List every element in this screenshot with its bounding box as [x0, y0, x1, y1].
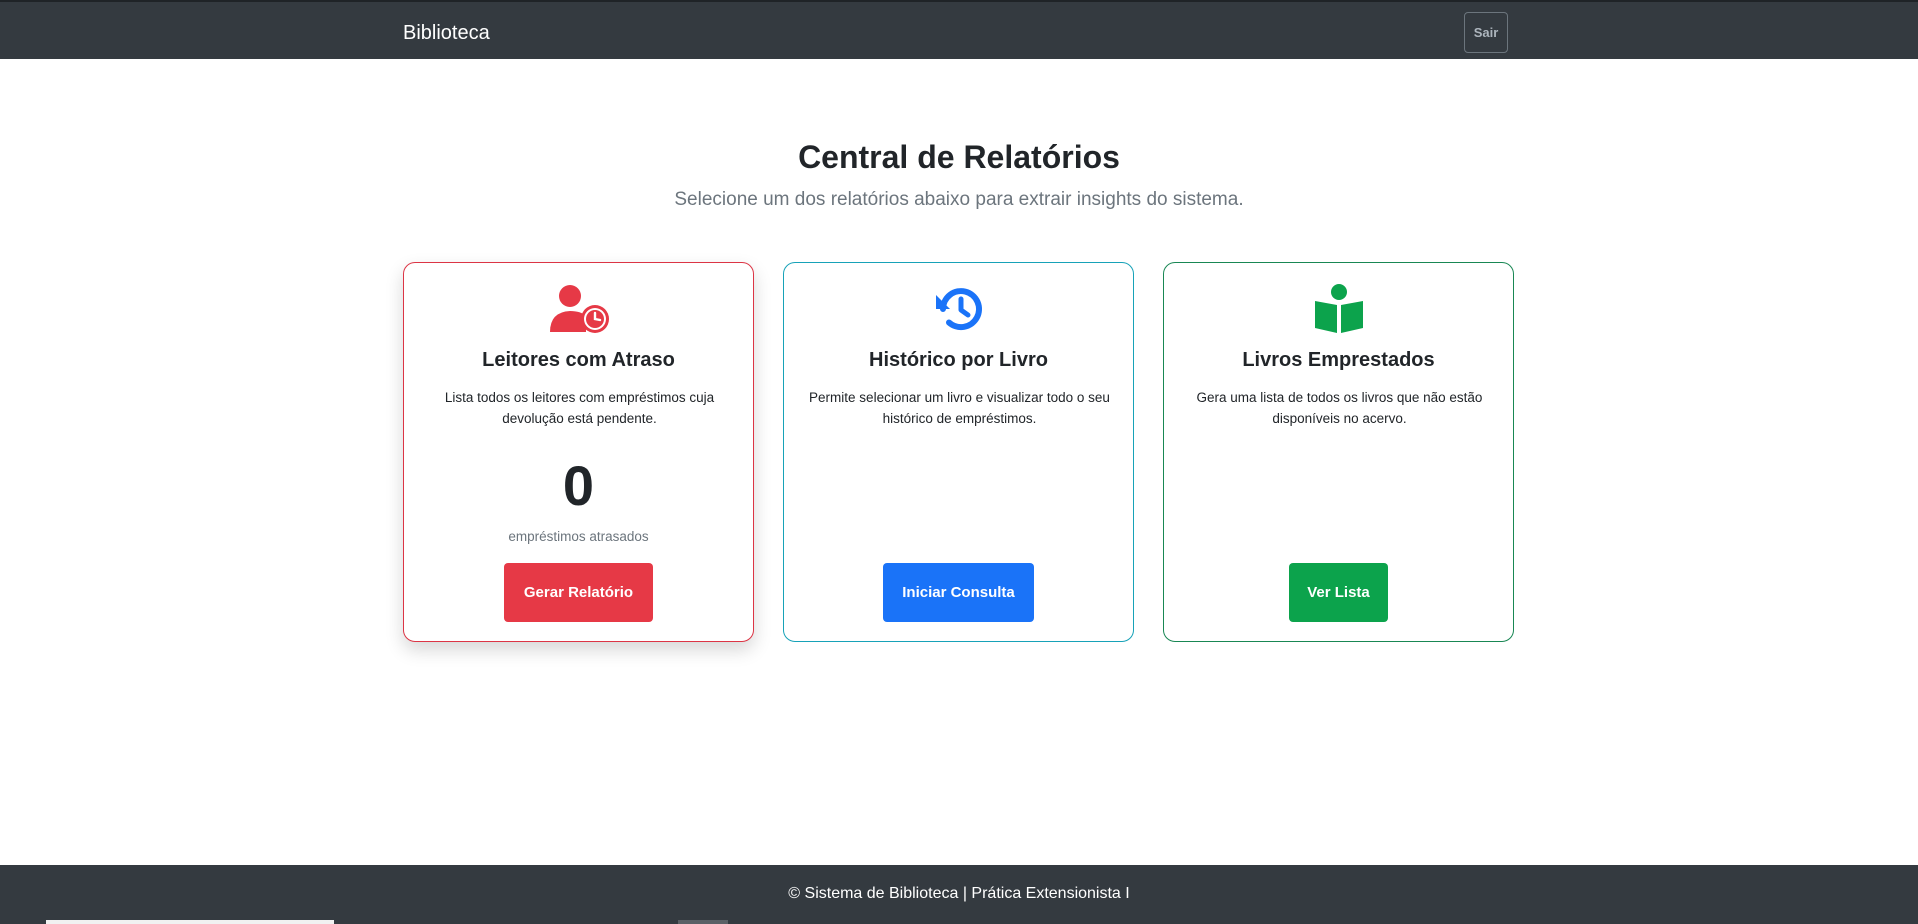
- taskbar-fragment: [46, 920, 334, 924]
- overdue-count: 0: [562, 454, 595, 517]
- footer: © Sistema de Biblioteca | Prática Extens…: [0, 865, 1918, 924]
- generate-report-button[interactable]: Gerar Relatório: [504, 563, 653, 622]
- card-title: Livros Emprestados: [1242, 349, 1435, 371]
- page-subtitle: Selecione um dos relatórios abaixo para …: [674, 189, 1244, 210]
- book-history-card: Histórico por Livro Permite selecionar u…: [783, 262, 1134, 642]
- user-clock-icon: [404, 283, 753, 335]
- overdue-count-label: empréstimos atrasados: [508, 529, 649, 544]
- history-icon: [784, 283, 1133, 335]
- footer-text: © Sistema de Biblioteca | Prática Extens…: [788, 885, 1130, 902]
- overdue-readers-card: Leitores com Atraso Lista todos os leito…: [403, 262, 754, 642]
- card-description: Permite selecionar um livro e visualizar…: [809, 390, 1110, 426]
- logout-button[interactable]: Sair: [1464, 12, 1508, 53]
- borrowed-books-card: Livros Emprestados Gera uma lista de tod…: [1163, 262, 1514, 642]
- brand-link[interactable]: Biblioteca: [403, 22, 490, 45]
- navbar: Biblioteca Sair: [0, 0, 1918, 59]
- start-query-button[interactable]: Iniciar Consulta: [883, 563, 1034, 622]
- card-title: Histórico por Livro: [869, 349, 1048, 371]
- card-description: Lista todos os leitores com empréstimos …: [444, 390, 715, 426]
- card-description: Gera uma lista de todos os livros que nã…: [1196, 390, 1483, 426]
- card-title: Leitores com Atraso: [482, 349, 675, 371]
- taskbar-fragment: [678, 920, 728, 924]
- view-list-button[interactable]: Ver Lista: [1289, 563, 1388, 622]
- book-reader-icon: [1164, 283, 1513, 335]
- page-title: Central de Relatórios: [798, 139, 1120, 175]
